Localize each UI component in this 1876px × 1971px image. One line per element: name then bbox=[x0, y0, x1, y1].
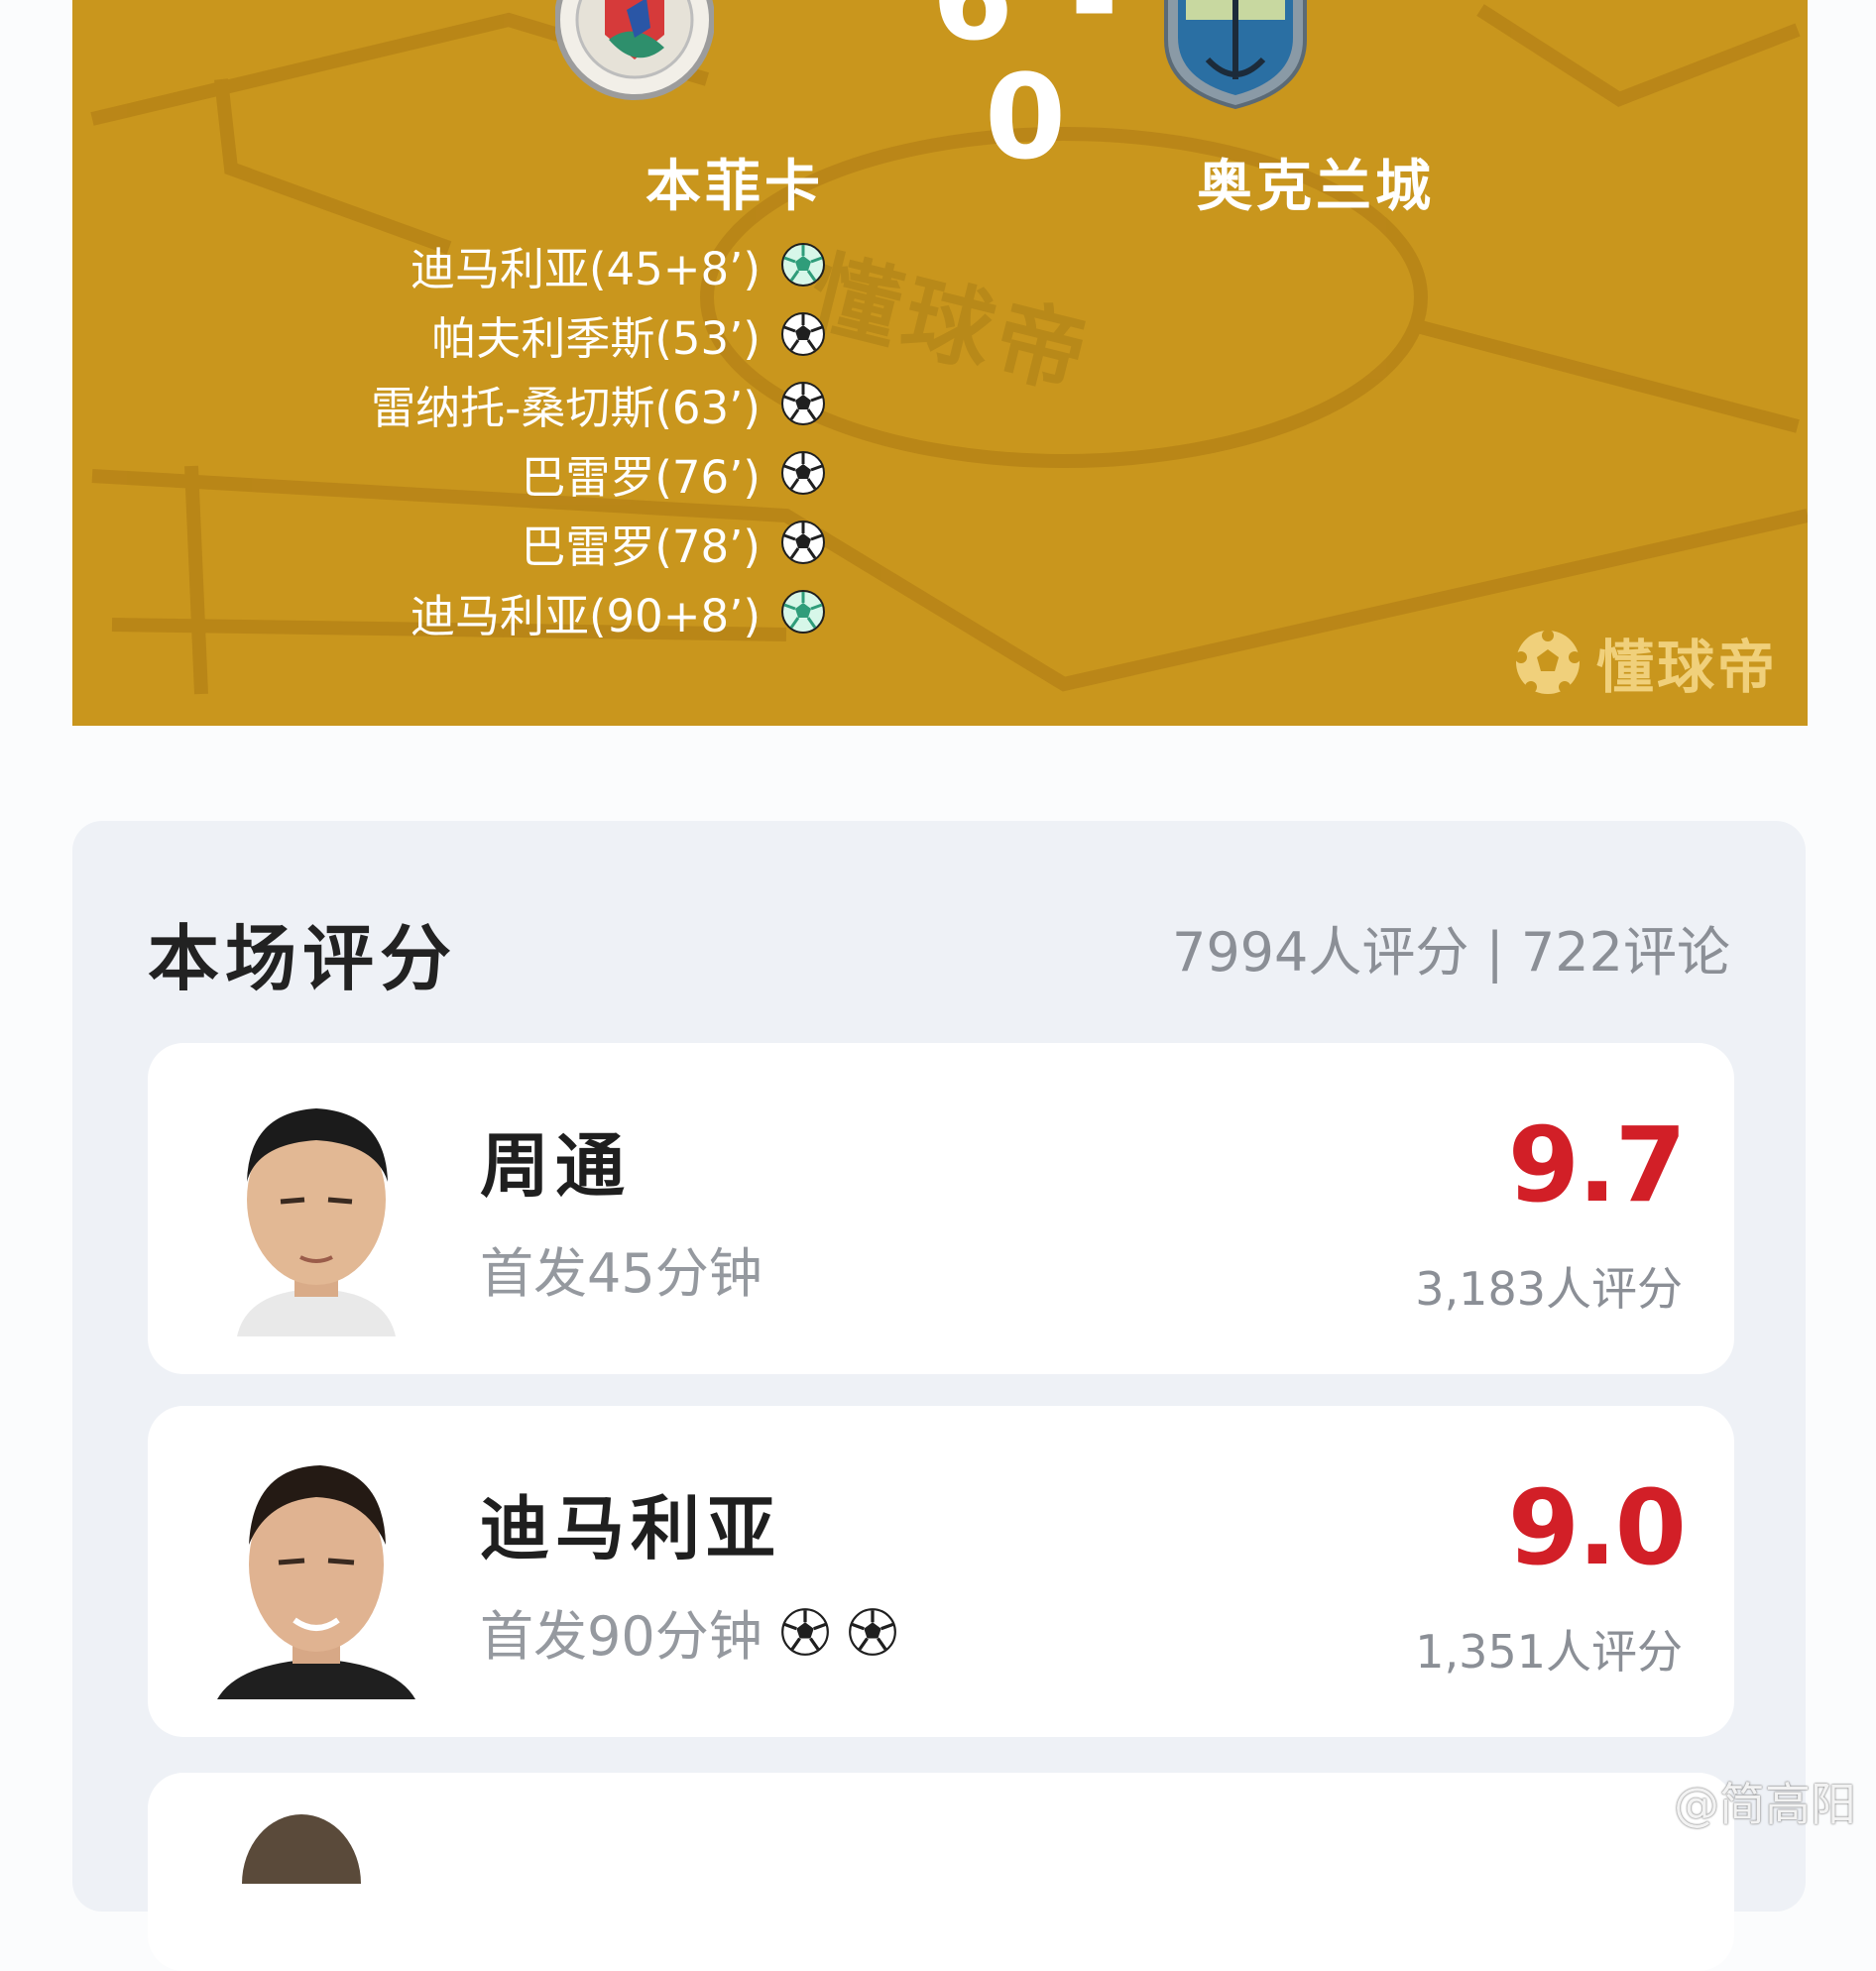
goal-scorer-text: 迪马利亚(45+8’) bbox=[410, 242, 761, 295]
player-appearance: 首发90分钟 bbox=[480, 1592, 897, 1671]
player-appearance: 首发45分钟 bbox=[480, 1229, 762, 1308]
soccer-ball-icon bbox=[781, 590, 825, 634]
away-team-name: 奥克兰城 bbox=[1197, 155, 1435, 219]
player-minutes: 首发45分钟 bbox=[480, 1242, 762, 1305]
author-watermark: @简高阳 bbox=[1674, 1778, 1856, 1831]
goal-event: 迪马利亚(45+8’) bbox=[371, 230, 826, 299]
soccer-ball-icon bbox=[780, 1607, 829, 1656]
goal-scorer-text: 巴雷罗(76’) bbox=[521, 450, 761, 504]
brand-text: 懂球帝 bbox=[1595, 634, 1778, 701]
dongqiudi-logo-icon bbox=[1514, 630, 1581, 694]
match-header: 懂球帝 6 - 0 本菲卡 奥克兰城 迪马利亚(45+8’) 帕夫利季斯(53’… bbox=[72, 0, 1808, 726]
soccer-ball-icon bbox=[848, 1607, 896, 1656]
home-team-name: 本菲卡 bbox=[645, 155, 824, 219]
player-name: 迪马利亚 bbox=[480, 1488, 781, 1569]
player-score: 9.0 bbox=[1507, 1467, 1687, 1588]
benfica-crest-icon bbox=[555, 0, 714, 100]
goal-scorer-text: 帕夫利季斯(53’) bbox=[431, 311, 761, 365]
goal-scorer-text: 巴雷罗(78’) bbox=[521, 520, 761, 573]
player-minutes: 首发90分钟 bbox=[480, 1605, 762, 1668]
soccer-ball-icon bbox=[781, 451, 825, 495]
player-avatar bbox=[237, 1108, 396, 1336]
player-rating-card[interactable] bbox=[148, 1773, 1734, 1971]
player-avatar bbox=[242, 1814, 361, 1884]
goal-scorer-text: 迪马利亚(90+8’) bbox=[410, 589, 761, 642]
brand-watermark: 懂球帝 bbox=[1513, 621, 1778, 704]
ratings-title: 本场评分 bbox=[148, 917, 458, 1000]
goal-scorer-text: 雷纳托-桑切斯(63’) bbox=[371, 381, 761, 434]
player-rating-card[interactable]: 迪马利亚 首发90分钟 9.0 1,351人评分 bbox=[148, 1406, 1734, 1737]
goal-event: 迪马利亚(90+8’) bbox=[371, 577, 826, 646]
ratings-summary-link[interactable]: 7994人评分 | 722评论 bbox=[1172, 908, 1730, 986]
player-name: 周通 bbox=[480, 1125, 631, 1207]
auckland-city-crest-icon bbox=[1164, 0, 1307, 109]
match-score: 6 - 0 bbox=[932, 0, 1118, 185]
player-rating-card[interactable]: 周通 首发45分钟 9.7 3,183人评分 bbox=[148, 1043, 1734, 1374]
player-vote-count: 3,183人评分 bbox=[1415, 1262, 1683, 1316]
goal-event: 帕夫利季斯(53’) bbox=[371, 299, 826, 369]
goal-event: 巴雷罗(76’) bbox=[371, 438, 826, 508]
soccer-ball-icon bbox=[781, 521, 825, 564]
goal-scorers-list: 迪马利亚(45+8’) 帕夫利季斯(53’) 雷纳托-桑切斯(63’) 巴雷罗(… bbox=[371, 230, 826, 646]
player-avatar bbox=[217, 1465, 415, 1699]
soccer-ball-icon bbox=[781, 243, 825, 287]
soccer-ball-icon bbox=[781, 312, 825, 356]
match-ratings-panel: 本场评分 7994人评分 | 722评论 周通 首发45分钟 9.7 3,183… bbox=[72, 821, 1806, 1971]
goal-event: 雷纳托-桑切斯(63’) bbox=[371, 369, 826, 438]
player-vote-count: 1,351人评分 bbox=[1415, 1625, 1683, 1679]
player-score: 9.7 bbox=[1507, 1104, 1687, 1225]
goal-event: 巴雷罗(78’) bbox=[371, 508, 826, 577]
soccer-ball-icon bbox=[781, 382, 825, 425]
